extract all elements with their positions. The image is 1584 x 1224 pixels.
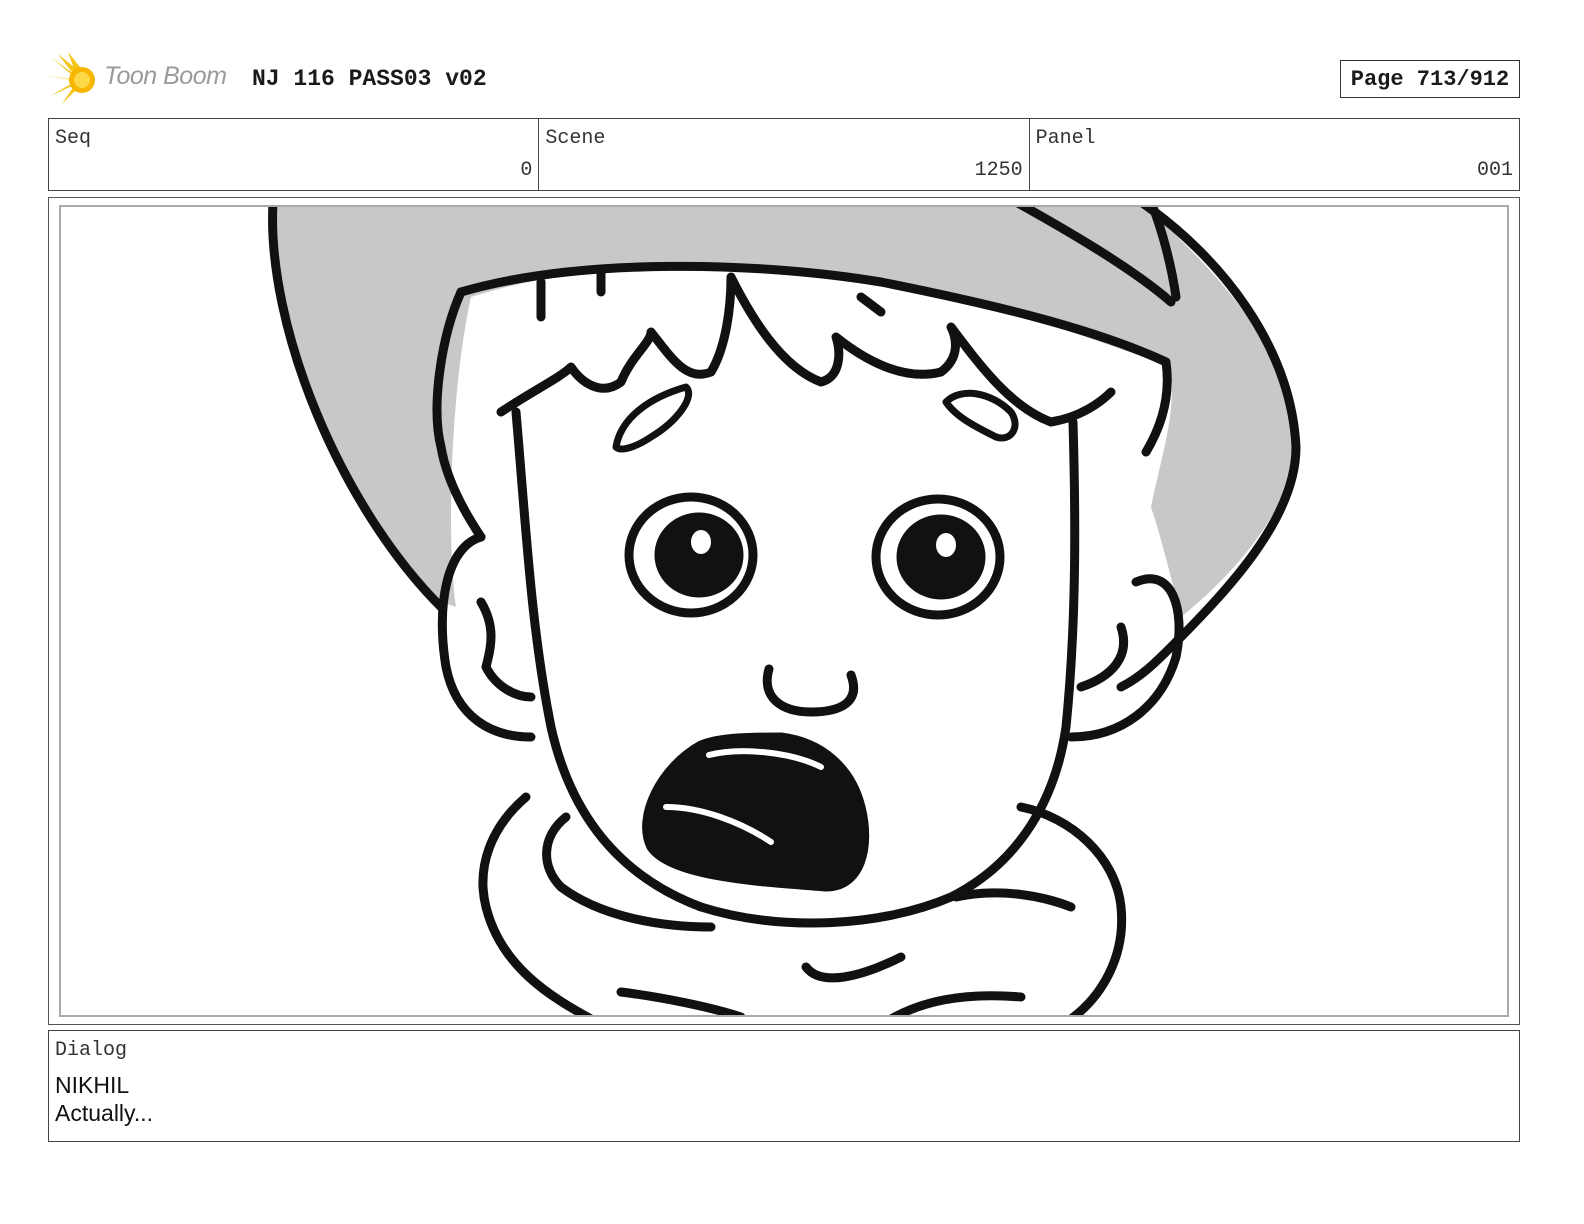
logo-text: Toon Boom — [104, 62, 227, 90]
dialog-line: Actually... — [55, 1100, 153, 1126]
hoodie-right-inner — [951, 888, 1076, 912]
page-number: Page 713/912 — [1350, 66, 1510, 92]
panel-cell: Panel 001 — [1030, 119, 1519, 190]
left-eye-highlight — [691, 530, 711, 554]
right-eyebrow — [942, 389, 1019, 442]
hoodie-right — [1016, 802, 1127, 1015]
panel-label: Panel — [1035, 127, 1096, 150]
right-eye-highlight — [936, 533, 956, 557]
seq-cell: Seq 0 — [49, 119, 540, 190]
right-ear-inner — [1076, 622, 1129, 692]
seq-value: 0 — [520, 159, 533, 182]
nose — [762, 664, 859, 717]
scene-cell: Scene 1250 — [539, 119, 1030, 190]
character-drawing — [268, 207, 1301, 1015]
right-eye-iris — [896, 514, 986, 600]
toon-boom-logo: Toon Boom — [48, 52, 238, 108]
sunburst-icon — [48, 52, 95, 104]
left-eyebrow — [612, 383, 692, 453]
hair-strand-3 — [856, 292, 886, 317]
left-eye-iris — [654, 512, 744, 598]
dialog-box: Dialog NIKHIL Actually... — [48, 1030, 1520, 1142]
info-row: Seq 0 Scene 1250 Panel 001 — [48, 118, 1520, 191]
hoodie-fold — [888, 991, 1026, 1015]
dialog-character: NIKHIL — [55, 1072, 130, 1098]
panel-value: 001 — [1476, 159, 1513, 182]
scene-value: 1250 — [974, 159, 1023, 182]
document-title: NJ 116 PASS03 v02 — [252, 66, 487, 92]
storyboard-panel — [48, 197, 1520, 1025]
panel-drawing-area — [59, 205, 1509, 1017]
hoodie-left — [478, 792, 594, 1015]
hoodie-bottom-line — [616, 987, 746, 1015]
left-ear-inner — [476, 597, 536, 702]
scene-label: Scene — [545, 127, 606, 150]
header: Toon Boom NJ 116 PASS03 v02 Page 713/912 — [48, 52, 1520, 108]
seq-label: Seq — [55, 127, 92, 150]
page-indicator: Page 713/912 — [1340, 60, 1520, 98]
dialog-text: NIKHIL Actually... — [55, 1071, 153, 1127]
mouth — [642, 732, 870, 892]
hoodie-collar — [801, 952, 906, 983]
dialog-label: Dialog — [55, 1039, 128, 1062]
